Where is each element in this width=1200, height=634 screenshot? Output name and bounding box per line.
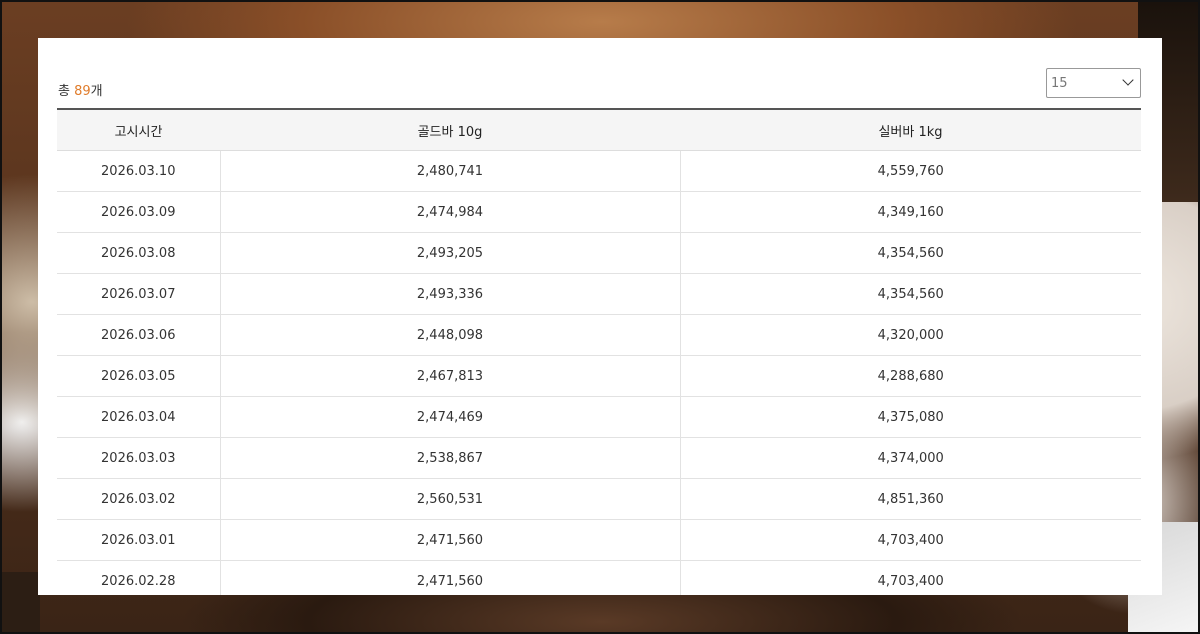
table-row: 2026.03.04 2,474,469 4,375,080 [57,396,1141,438]
cell-date: 2026.03.04 [57,396,220,438]
total-prefix: 총 [58,84,75,99]
table-row: 2026.03.05 2,467,813 4,288,680 [57,355,1141,397]
cell-date: 2026.02.28 [57,560,220,595]
page-size-value: 15 [1051,76,1068,91]
cell-silver-price: 4,703,400 [679,519,1141,561]
cell-date: 2026.03.02 [57,478,220,520]
table-row: 2026.03.07 2,493,336 4,354,560 [57,273,1141,315]
table-row: 2026.03.03 2,538,867 4,374,000 [57,437,1141,479]
cell-gold-price: 2,471,560 [219,519,680,561]
price-history-panel: 총 89개 15 고시시간 골드바 10g 실버바 1kg 2026.03.10… [38,38,1162,595]
cell-gold-price: 2,560,531 [219,478,680,520]
cell-silver-price: 4,559,760 [679,150,1141,192]
table-row: 2026.03.09 2,474,984 4,349,160 [57,191,1141,233]
cell-date: 2026.03.05 [57,355,220,397]
table-row: 2026.03.02 2,560,531 4,851,360 [57,478,1141,520]
table-row: 2026.03.08 2,493,205 4,354,560 [57,232,1141,274]
cell-date: 2026.03.10 [57,150,220,192]
cell-gold-price: 2,493,336 [219,273,680,315]
list-toolbar: 총 89개 15 [58,68,1141,100]
cell-gold-price: 2,538,867 [219,437,680,479]
price-table: 고시시간 골드바 10g 실버바 1kg 2026.03.10 2,480,741… [57,108,1141,595]
column-header-silver: 실버바 1kg [680,109,1141,151]
table-row: 2026.03.10 2,480,741 4,559,760 [57,150,1141,192]
cell-silver-price: 4,354,560 [679,232,1141,274]
cell-gold-price: 2,480,741 [219,150,680,192]
page-size-select[interactable]: 15 [1046,68,1141,98]
total-count-number: 89 [74,84,91,99]
cell-date: 2026.03.03 [57,437,220,479]
cell-silver-price: 4,320,000 [679,314,1141,356]
table-row: 2026.02.28 2,471,560 4,703,400 [57,560,1141,595]
cell-silver-price: 4,851,360 [679,478,1141,520]
cell-silver-price: 4,374,000 [679,437,1141,479]
cell-date: 2026.03.07 [57,273,220,315]
table-row: 2026.03.06 2,448,098 4,320,000 [57,314,1141,356]
background-shade [2,572,40,632]
cell-gold-price: 2,448,098 [219,314,680,356]
table-row: 2026.03.01 2,471,560 4,703,400 [57,519,1141,561]
cell-gold-price: 2,467,813 [219,355,680,397]
cell-gold-price: 2,474,984 [219,191,680,233]
total-suffix: 개 [90,84,103,99]
total-count: 총 89개 [58,80,103,99]
cell-silver-price: 4,703,400 [679,560,1141,595]
cell-silver-price: 4,375,080 [679,396,1141,438]
column-header-gold: 골드바 10g [220,109,680,151]
cell-date: 2026.03.09 [57,191,220,233]
cell-date: 2026.03.08 [57,232,220,274]
cell-gold-price: 2,474,469 [219,396,680,438]
cell-silver-price: 4,288,680 [679,355,1141,397]
cell-silver-price: 4,349,160 [679,191,1141,233]
table-body: 2026.03.10 2,480,741 4,559,760 2026.03.09 2,… [57,150,1141,595]
cell-silver-price: 4,354,560 [679,273,1141,315]
table-header-row: 고시시간 골드바 10g 실버바 1kg [57,109,1141,151]
cell-gold-price: 2,471,560 [219,560,680,595]
column-header-date: 고시시간 [57,109,220,151]
cell-date: 2026.03.01 [57,519,220,561]
cell-date: 2026.03.06 [57,314,220,356]
chevron-down-icon [1122,74,1134,86]
cell-gold-price: 2,493,205 [219,232,680,274]
